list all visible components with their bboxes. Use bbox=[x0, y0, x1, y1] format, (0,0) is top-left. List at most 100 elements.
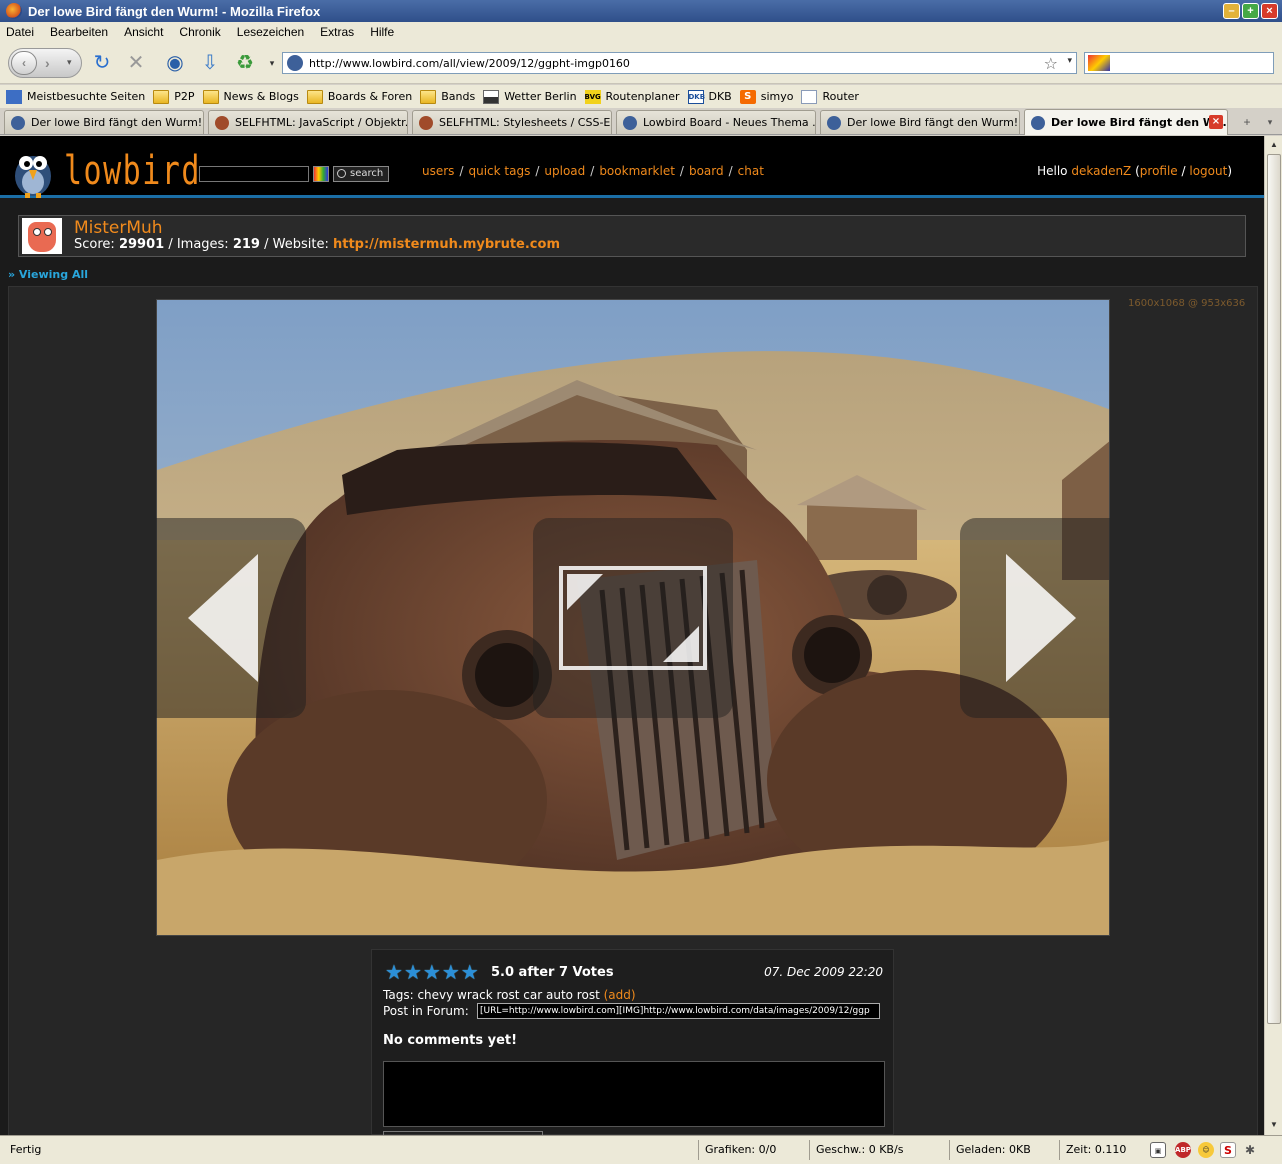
download-icon[interactable]: ⇩ bbox=[198, 51, 222, 75]
toolbar-dropdown-icon[interactable]: ▾ bbox=[260, 51, 284, 75]
viewing-all-link[interactable]: » Viewing All bbox=[8, 268, 88, 281]
tab-4[interactable]: Lowbird Board - Neues Thema ... bbox=[616, 110, 816, 134]
rating-stars[interactable]: ★ ★ ★ ★ ★ bbox=[385, 963, 480, 983]
history-dropdown-icon[interactable]: ▾ bbox=[67, 57, 72, 68]
stop-icon[interactable]: ✕ bbox=[124, 51, 148, 75]
menu-chronik[interactable]: Chronik bbox=[179, 25, 220, 39]
dkb-icon: DKB bbox=[687, 89, 705, 104]
recycle-icon[interactable]: ♻ bbox=[233, 51, 257, 75]
scroll-thumb[interactable] bbox=[1267, 154, 1281, 1024]
simyo-icon: S bbox=[739, 89, 756, 104]
avatar[interactable] bbox=[22, 218, 62, 254]
bookmark-routenplaner[interactable]: BVG Routenplaner bbox=[584, 89, 680, 104]
nav-users[interactable]: users bbox=[422, 164, 454, 178]
comment-textarea[interactable] bbox=[383, 1061, 885, 1127]
nav-board[interactable]: board bbox=[689, 164, 724, 178]
bookmark-folder-news-blogs[interactable]: News & Blogs bbox=[202, 89, 299, 104]
bookmark-meistbesuchte-seiten[interactable]: Meistbesuchte Seiten bbox=[6, 89, 145, 104]
website-link[interactable]: http://mistermuh.mybrute.com bbox=[333, 237, 560, 252]
menu-hilfe[interactable]: Hilfe bbox=[370, 25, 394, 39]
uploader-name[interactable]: MisterMuh bbox=[74, 218, 163, 238]
add-tag-link[interactable]: (add) bbox=[604, 988, 636, 1002]
reload-icon[interactable]: ↻ bbox=[90, 51, 114, 75]
adblock-icon[interactable]: ABP bbox=[1175, 1142, 1191, 1158]
site-header: lowbird search users / quick tags / upload / b… bbox=[0, 136, 1264, 198]
maximize-button[interactable]: + bbox=[1242, 3, 1259, 19]
site-search-button[interactable]: search bbox=[333, 166, 389, 182]
tab-close-icon[interactable]: × bbox=[1209, 115, 1223, 129]
bookmark-dkb[interactable]: DKB DKB bbox=[687, 89, 732, 104]
nav-quick-tags[interactable]: quick tags bbox=[468, 164, 530, 178]
star-icon[interactable]: ★ bbox=[461, 963, 479, 983]
tab-3[interactable]: SELFHTML: Stylesheets / CSS-Ei... bbox=[412, 110, 612, 134]
bookmarks-toolbar: Meistbesuchte Seiten P2P News & Blogs Bo… bbox=[0, 85, 1282, 108]
tab-1[interactable]: Der lowe Bird fängt den Wurm! bbox=[4, 110, 204, 134]
menu-bearbeiten[interactable]: Bearbeiten bbox=[50, 25, 108, 39]
star-icon[interactable]: ★ bbox=[385, 963, 403, 983]
bookmark-star-icon[interactable]: ☆ bbox=[1044, 54, 1058, 73]
status-graphics: Grafiken: 0/0 bbox=[698, 1140, 806, 1160]
tab-list-icon[interactable]: ▾ bbox=[1262, 111, 1278, 133]
url-dropdown-icon[interactable]: ▾ bbox=[1067, 56, 1072, 66]
tag-list[interactable]: chevy wrack rost car auto rost bbox=[417, 988, 599, 1002]
tags-line: Tags: chevy wrack rost car auto rost (ad… bbox=[383, 988, 636, 1002]
tab-6-active[interactable]: Der lowe Bird fängt den W... × bbox=[1024, 109, 1228, 135]
star-icon[interactable]: ★ bbox=[423, 963, 441, 983]
bookmark-folder-boards-foren[interactable]: Boards & Foren bbox=[306, 89, 412, 104]
back-button[interactable]: ‹ bbox=[11, 51, 37, 75]
star-icon[interactable]: ★ bbox=[404, 963, 422, 983]
security-icon[interactable]: S bbox=[1220, 1142, 1236, 1158]
search-options-icon[interactable] bbox=[313, 166, 329, 182]
user-link[interactable]: dekadenZ bbox=[1071, 164, 1131, 178]
nav-bookmarklet[interactable]: bookmarklet bbox=[599, 164, 675, 178]
page-info-icon[interactable]: ▣ bbox=[1150, 1142, 1166, 1158]
smiley-icon[interactable]: ☺ bbox=[1198, 1142, 1214, 1158]
tab-5[interactable]: Der lowe Bird fängt den Wurm! bbox=[820, 110, 1020, 134]
bookmark-router[interactable]: Router bbox=[801, 89, 859, 104]
url-text: http://www.lowbird.com/all/view/2009/12/… bbox=[309, 56, 630, 70]
close-window-button[interactable]: × bbox=[1261, 3, 1278, 19]
page-icon bbox=[801, 89, 818, 104]
folder-icon bbox=[420, 89, 437, 104]
scroll-down-icon[interactable]: ▼ bbox=[1267, 1118, 1281, 1132]
search-engine-icon[interactable] bbox=[1088, 55, 1110, 71]
bookmark-folder-bands[interactable]: Bands bbox=[420, 89, 475, 104]
star-icon[interactable]: ★ bbox=[442, 963, 460, 983]
lowbird-logo-icon[interactable] bbox=[12, 146, 54, 198]
menu-datei[interactable]: Datei bbox=[6, 25, 34, 39]
tab-2[interactable]: SELFHTML: JavaScript / Objektr... bbox=[208, 110, 408, 134]
fullsize-image-button[interactable] bbox=[533, 518, 733, 718]
search-bar[interactable] bbox=[1084, 52, 1274, 74]
menu-lesezeichen[interactable]: Lesezeichen bbox=[237, 25, 304, 39]
window-title: Der lowe Bird fängt den Wurm! - Mozilla … bbox=[28, 3, 321, 19]
menu-extras[interactable]: Extras bbox=[320, 25, 354, 39]
next-image-button[interactable] bbox=[960, 518, 1110, 718]
site-search-input[interactable] bbox=[199, 166, 309, 182]
previous-image-button[interactable] bbox=[156, 518, 306, 718]
forward-button[interactable]: › bbox=[45, 55, 50, 71]
sync-icon[interactable]: ◉ bbox=[163, 51, 187, 75]
bookmark-folder-p2p[interactable]: P2P bbox=[153, 89, 195, 104]
forum-code-field[interactable]: [URL=http://www.lowbird.com][IMG]http://… bbox=[477, 1003, 880, 1019]
new-tab-icon[interactable]: + bbox=[1236, 111, 1258, 133]
upload-date: 07. Dec 2009 22:20 bbox=[764, 965, 883, 979]
folder-icon bbox=[306, 89, 323, 104]
site-identity-icon[interactable] bbox=[287, 55, 303, 71]
nav-upload[interactable]: upload bbox=[544, 164, 585, 178]
bookmark-wetter-berlin[interactable]: Wetter Berlin bbox=[483, 89, 577, 104]
menu-ansicht[interactable]: Ansicht bbox=[124, 25, 163, 39]
expand-icon bbox=[559, 566, 707, 670]
vertical-scrollbar[interactable]: ▲ ▼ bbox=[1264, 136, 1282, 1135]
folder-icon bbox=[153, 89, 170, 104]
site-logo-text[interactable]: lowbird bbox=[64, 148, 201, 194]
bug-icon[interactable]: ✱ bbox=[1242, 1142, 1258, 1158]
bookmark-simyo[interactable]: Ssimyo bbox=[739, 89, 793, 104]
scroll-up-icon[interactable]: ▲ bbox=[1267, 138, 1281, 152]
minimize-button[interactable]: – bbox=[1223, 3, 1240, 19]
logout-link[interactable]: logout bbox=[1189, 164, 1227, 178]
url-bar[interactable]: http://www.lowbird.com/all/view/2009/12/… bbox=[282, 52, 1077, 74]
profile-link[interactable]: profile bbox=[1140, 164, 1178, 178]
page-content: lowbird search users / quick tags / upload / b… bbox=[0, 136, 1264, 1135]
arrow-right-icon bbox=[1006, 554, 1076, 682]
nav-chat[interactable]: chat bbox=[738, 164, 764, 178]
